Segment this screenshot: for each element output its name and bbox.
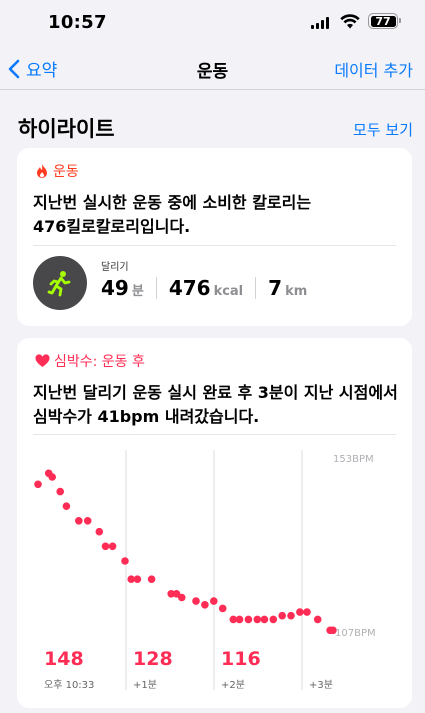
heart-rate-point	[313, 615, 322, 624]
reading-value: 116	[221, 648, 261, 670]
activity-type: 달리기	[101, 262, 129, 273]
running-figure-icon	[47, 271, 71, 297]
distance-value: 7	[268, 276, 283, 300]
heart-rate-point	[178, 593, 186, 602]
navigation-bar: 요약 운동 데이터 추가	[0, 46, 425, 90]
battery-icon: 77	[368, 13, 401, 29]
heart-rate-point	[83, 517, 92, 525]
reading-time-label: +1분	[133, 680, 157, 691]
heart-rate-point	[253, 615, 262, 624]
highlights-header: 하이라이트 모두 보기	[18, 113, 413, 143]
back-button[interactable]: 요약	[8, 56, 57, 81]
workout-label: 운동	[53, 164, 79, 180]
heart-rate-point	[192, 597, 200, 605]
stat-duration: 49 분	[101, 276, 144, 300]
heart-rate-point	[269, 615, 278, 624]
stat-calories: 476 kcal	[169, 276, 243, 300]
flame-icon	[37, 164, 47, 178]
calories-unit: kcal	[213, 284, 244, 299]
stat-divider	[155, 277, 157, 299]
heart-rate-point	[108, 542, 117, 551]
status-bar: 10:57 77	[0, 0, 425, 46]
stat-distance: 7 km	[268, 276, 307, 300]
reading-time-label: 오후 10:33	[44, 680, 95, 691]
heart-rate-point	[235, 615, 244, 624]
heart-rate-highlight-card[interactable]: 심박수: 운동 후 지난번 달리기 운동 실시 완료 후 3분이 지난 시점에서…	[17, 338, 412, 708]
heart-rate-point	[34, 480, 42, 489]
status-time: 10:57	[48, 12, 107, 33]
workout-summary-line2: 476킬로칼로리입니다.	[33, 217, 191, 236]
workout-summary: 지난번 실시한 운동 중에 소비한 칼로리는 476킬로칼로리입니다.	[33, 191, 403, 239]
heart-rate-point	[287, 611, 295, 620]
back-label: 요약	[26, 61, 58, 81]
heart-rate-point	[48, 473, 56, 481]
reading-time-label: +2분	[221, 680, 245, 691]
cellular-signal-icon	[311, 17, 329, 29]
duration-unit: 분	[131, 284, 144, 299]
y-max-label: 153BPM	[333, 454, 374, 465]
heart-rate-point	[303, 608, 311, 616]
heart-rate-point	[147, 575, 156, 583]
workout-summary-line1: 지난번 실시한 운동 중에 소비한 칼로리는	[33, 193, 312, 212]
heart-rate-point	[296, 608, 304, 616]
divider	[33, 245, 396, 246]
stat-divider	[255, 277, 257, 299]
reading-time-label: +3분	[309, 680, 333, 691]
chevron-left-icon	[8, 59, 20, 78]
battery-level: 77	[370, 15, 396, 27]
reading-value: 128	[133, 648, 173, 670]
show-all-button[interactable]: 모두 보기	[353, 119, 413, 140]
wifi-icon	[340, 14, 360, 29]
heart-rate-point	[218, 604, 227, 613]
heart-rate-point	[201, 601, 209, 609]
workout-stats: 49 분 476 kcal 7 km	[101, 276, 307, 300]
heart-rate-point	[75, 517, 83, 525]
calories-value: 476	[168, 276, 211, 300]
heart-rate-point	[95, 527, 104, 536]
add-data-button[interactable]: 데이터 추가	[334, 57, 413, 81]
heart-rate-point	[101, 542, 110, 551]
duration-value: 49	[101, 276, 129, 300]
distance-unit: km	[285, 284, 308, 299]
running-activity-badge	[33, 256, 87, 310]
heart-rate-point	[210, 597, 218, 605]
heart-rate-point	[244, 615, 253, 624]
y-min-label: 107BPM	[335, 628, 376, 639]
heart-rate-point	[56, 487, 64, 496]
heart-rate-point	[133, 575, 142, 583]
workout-highlight-card[interactable]: 운동 지난번 실시한 운동 중에 소비한 칼로리는 476킬로칼로리입니다. 달…	[17, 148, 412, 326]
heart-rate-point	[62, 502, 71, 510]
heart-rate-point	[121, 557, 129, 565]
workout-category: 운동	[35, 161, 79, 181]
section-title: 하이라이트	[18, 117, 115, 141]
reading-value: 148	[44, 648, 84, 670]
heart-rate-point	[260, 615, 269, 624]
heart-rate-point	[278, 611, 287, 620]
